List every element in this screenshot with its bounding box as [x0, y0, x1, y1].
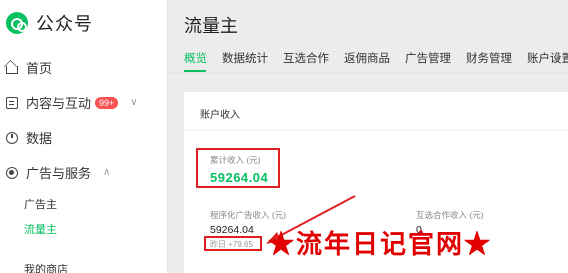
- watermark-text: ★流年日记官网★: [268, 230, 493, 260]
